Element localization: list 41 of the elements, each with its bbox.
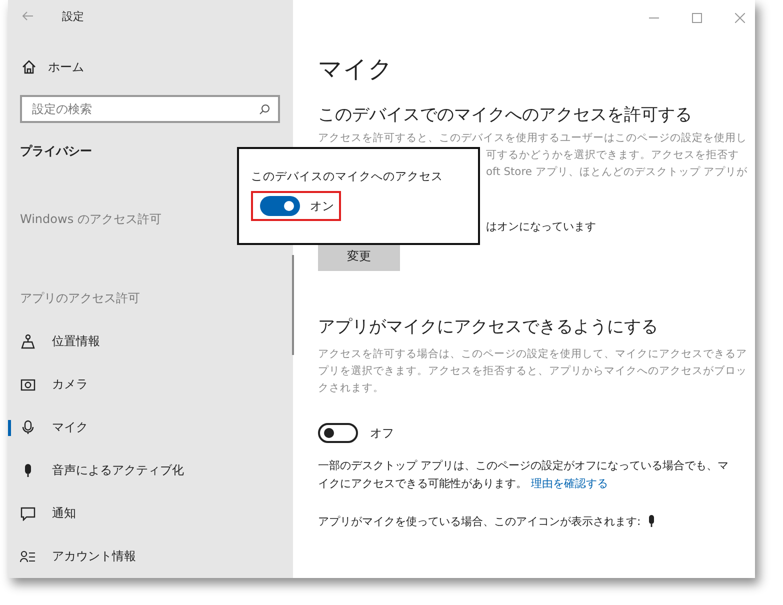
back-icon[interactable]: [22, 11, 34, 22]
search-field[interactable]: 設定の検索: [20, 95, 280, 123]
message-icon: [20, 506, 36, 520]
group-label: アプリのアクセス許可: [19, 290, 141, 307]
toggle-switch[interactable]: [260, 196, 300, 216]
sidebar-item[interactable]: カメラ: [8, 363, 293, 406]
sidebar-item[interactable]: 通知: [8, 492, 293, 535]
popup-title: このデバイスのマイクへのアクセス: [251, 168, 444, 185]
microphone-icon: [646, 514, 656, 528]
sidebar-item[interactable]: アカウント情報: [8, 535, 293, 578]
close-icon[interactable]: [735, 13, 745, 23]
window-title: 設定: [62, 8, 84, 24]
icon-note-text: アプリがマイクを使っている場合、このアイコンが表示されます:: [318, 514, 641, 528]
description-text: 可するかどうかを選択できます。アクセスを拒否す: [486, 147, 739, 162]
page-title: マイク: [318, 54, 394, 84]
toggle-switch[interactable]: [318, 423, 358, 443]
toggle-label: オン: [310, 198, 334, 214]
description-text: アクセスを許可すると、このデバイスを使用するユーザーはこのページの設定を使用し: [318, 130, 747, 145]
search-icon: [259, 104, 270, 115]
account-icon: [20, 550, 36, 563]
maximize-icon[interactable]: [692, 13, 702, 23]
home-link[interactable]: ホーム: [8, 56, 293, 78]
sidebar-item[interactable]: マイク: [8, 406, 293, 449]
toggle-label: オフ: [370, 424, 394, 442]
home-icon: [22, 60, 36, 74]
location-icon: [20, 334, 36, 349]
description-text: アクセスを許可する場合は、このページの設定を使用して、マイクにアクセスできるアプリを選択できます。アクセスを拒否すると、アプリからマイクへのアクセスがブロックされます。: [318, 346, 748, 396]
description-text: oft Store アプリ、ほとんどのデスクトップ アプリが: [486, 164, 748, 179]
note-text: 一部のデスクトップ アプリは、このページの設定がオフになっている場合でも、マイクにアクセスできる可能性があります。 理由を確認する: [318, 458, 730, 492]
change-button[interactable]: 変更: [318, 242, 400, 271]
sidebar-item[interactable]: 位置情報: [8, 320, 293, 363]
reason-link[interactable]: 理由を確認する: [531, 477, 608, 490]
section-title: プライバシー: [19, 143, 93, 160]
microphone-icon: [20, 420, 36, 435]
section-heading: このデバイスでのマイクへのアクセスを許可する: [318, 104, 693, 127]
scrollbar[interactable]: [292, 255, 294, 355]
sidebar-item[interactable]: 音声によるアクティブ化: [8, 449, 293, 492]
camera-icon: [20, 378, 36, 391]
status-text: はオンになっています: [486, 219, 596, 235]
section-heading: アプリがマイクにアクセスできるようにする: [318, 316, 659, 339]
group-label: Windows のアクセス許可: [19, 211, 162, 228]
